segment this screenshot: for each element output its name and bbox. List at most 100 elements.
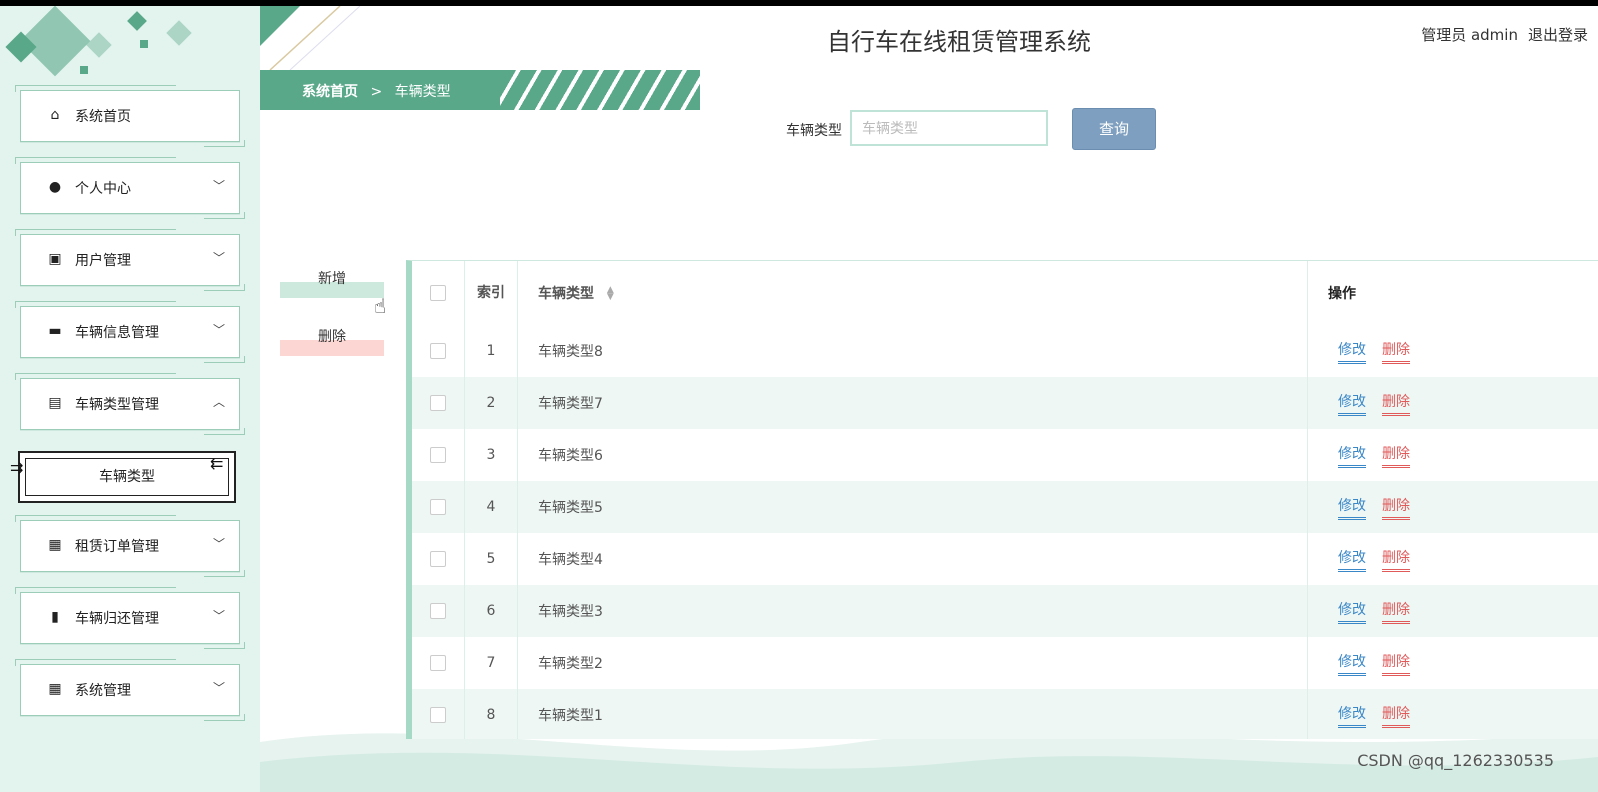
sidebar: ⌂ 系统首页 ● 个人中心 ﹀ ▣ 用户管理 ﹀ ▬ 车辆信息管理 ﹀ ▤ 车辆… [0, 6, 260, 792]
decor-square [127, 11, 147, 31]
sidebar-item-user-management[interactable]: ▣ 用户管理 ﹀ [15, 229, 245, 291]
edit-link[interactable]: 修改 [1338, 339, 1366, 364]
decor-square [140, 40, 148, 48]
sidebar-item-label: 个人中心 [75, 181, 131, 197]
delete-link[interactable]: 删除 [1382, 599, 1410, 624]
row-checkbox-cell [412, 689, 465, 739]
sidebar-item-home[interactable]: ⌂ 系统首页 [15, 85, 245, 147]
delete-link[interactable]: 删除 [1382, 443, 1410, 468]
delete-link[interactable]: 删除 [1382, 495, 1410, 520]
breadcrumb-current: 车辆类型 [394, 84, 451, 100]
chevron-up-icon: ︿ [212, 395, 225, 409]
add-button[interactable]: 新增 [280, 262, 384, 298]
logout-link[interactable]: 退出登录 [1528, 26, 1588, 44]
chevron-down-icon: ﹀ [212, 609, 225, 623]
row-checkbox-cell [412, 637, 465, 689]
chevron-down-icon: ﹀ [212, 537, 225, 551]
breadcrumb-home[interactable]: 系统首页 [302, 84, 358, 100]
sidebar-item-label: 租赁订单管理 [75, 539, 159, 555]
chevron-down-icon: ﹀ [212, 179, 225, 193]
decor-square [80, 66, 88, 74]
admin-label: 管理员 admin [1421, 26, 1518, 44]
briefcase-icon: ▤ [48, 395, 62, 411]
search-label: 车辆类型 [786, 123, 842, 139]
data-table: 索引 车辆类型 ▲ ▼ 操作 1 车辆类型8 修改 删除 2 车辆类型7 修改 … [406, 260, 1598, 739]
edit-link[interactable]: 修改 [1338, 547, 1366, 572]
sidebar-item-label: 用户管理 [75, 253, 131, 269]
sidebar-item-label: 系统管理 [75, 683, 131, 699]
user-icon: ● [48, 179, 62, 195]
chevron-down-icon: ﹀ [212, 251, 225, 265]
sidebar-item-vehicle-return[interactable]: ▮ 车辆归还管理 ﹀ [15, 587, 245, 649]
delete-link[interactable]: 删除 [1382, 651, 1410, 676]
sidebar-item-vehicle-info[interactable]: ▬ 车辆信息管理 ﹀ [15, 301, 245, 363]
sidebar-subitem-vehicle-type[interactable]: 车辆类型 [18, 451, 236, 503]
row-ops: 修改 删除 [1307, 325, 1598, 377]
table-row: 8 车辆类型1 修改 删除 [412, 689, 1598, 739]
chevron-down-icon: ﹀ [212, 323, 225, 337]
decor-square [166, 20, 192, 46]
row-checkbox[interactable] [430, 551, 446, 567]
row-index: 3 [464, 429, 518, 481]
add-button-label: 新增 [318, 271, 346, 287]
row-type: 车辆类型3 [517, 585, 1308, 637]
row-checkbox[interactable] [430, 655, 446, 671]
table-row: 1 车辆类型8 修改 删除 [412, 325, 1598, 377]
row-checkbox[interactable] [430, 603, 446, 619]
edit-link[interactable]: 修改 [1338, 391, 1366, 416]
delete-link[interactable]: 删除 [1382, 547, 1410, 572]
query-button[interactable]: 查询 [1072, 108, 1156, 150]
table-row: 4 车辆类型5 修改 删除 [412, 481, 1598, 533]
delete-link[interactable]: 删除 [1382, 339, 1410, 364]
search-input[interactable] [850, 110, 1048, 146]
table-row: 5 车辆类型4 修改 删除 [412, 533, 1598, 585]
table-row: 3 车辆类型6 修改 删除 [412, 429, 1598, 481]
row-type: 车辆类型7 [517, 377, 1308, 429]
header-type[interactable]: 车辆类型 ▲ ▼ [517, 261, 1308, 325]
row-ops: 修改 删除 [1307, 637, 1598, 689]
row-type: 车辆类型4 [517, 533, 1308, 585]
main-content: 自行车在线租赁管理系统 管理员 admin 退出登录 系统首页 > 车辆类型 车辆… [260, 6, 1598, 792]
user-info: 管理员 admin 退出登录 [1421, 24, 1598, 45]
chat-icon: ▬ [48, 323, 62, 339]
table-row: 7 车辆类型2 修改 删除 [412, 637, 1598, 689]
edit-link[interactable]: 修改 [1338, 495, 1366, 520]
watermark: CSDN @qq_1262330535 [1357, 751, 1554, 770]
sort-icon[interactable]: ▲ ▼ [607, 286, 614, 302]
row-type: 车辆类型6 [517, 429, 1308, 481]
delete-link[interactable]: 删除 [1382, 391, 1410, 416]
grid-icon: ▦ [48, 537, 62, 553]
header-index: 索引 [464, 261, 518, 325]
chevron-down-icon: ﹀ [212, 681, 225, 695]
row-index: 6 [464, 585, 518, 637]
edit-link[interactable]: 修改 [1338, 599, 1366, 624]
sidebar-item-rental-orders[interactable]: ▦ 租赁订单管理 ﹀ [15, 515, 245, 577]
row-checkbox-cell [412, 533, 465, 585]
row-checkbox[interactable] [430, 343, 446, 359]
sidebar-item-vehicle-type-management[interactable]: ▤ 车辆类型管理 ︿ [15, 373, 245, 435]
edit-link[interactable]: 修改 [1338, 651, 1366, 676]
select-all-checkbox[interactable] [430, 285, 446, 301]
edit-link[interactable]: 修改 [1338, 443, 1366, 468]
table-row: 2 车辆类型7 修改 删除 [412, 377, 1598, 429]
row-checkbox[interactable] [430, 499, 446, 515]
row-checkbox-cell [412, 325, 465, 377]
header-ops: 操作 [1307, 261, 1598, 325]
sidebar-item-system-management[interactable]: ▦ 系统管理 ﹀ [15, 659, 245, 721]
row-type: 车辆类型8 [517, 325, 1308, 377]
delete-link[interactable]: 删除 [1382, 703, 1410, 728]
home-icon: ⌂ [50, 107, 60, 123]
delete-button[interactable]: 删除 [280, 320, 384, 356]
arrow-left-icon: ⇇ [210, 454, 224, 473]
row-ops: 修改 删除 [1307, 377, 1598, 429]
submenu-label: 车辆类型 [99, 469, 155, 485]
row-checkbox[interactable] [430, 707, 446, 723]
table-header-row: 索引 车辆类型 ▲ ▼ 操作 [412, 261, 1598, 325]
row-checkbox[interactable] [430, 447, 446, 463]
edit-link[interactable]: 修改 [1338, 703, 1366, 728]
delete-button-label: 删除 [318, 329, 346, 345]
sidebar-item-personal-center[interactable]: ● 个人中心 ﹀ [15, 157, 245, 219]
clipboard-icon: ▮ [51, 609, 59, 625]
row-checkbox[interactable] [430, 395, 446, 411]
row-index: 8 [464, 689, 518, 739]
